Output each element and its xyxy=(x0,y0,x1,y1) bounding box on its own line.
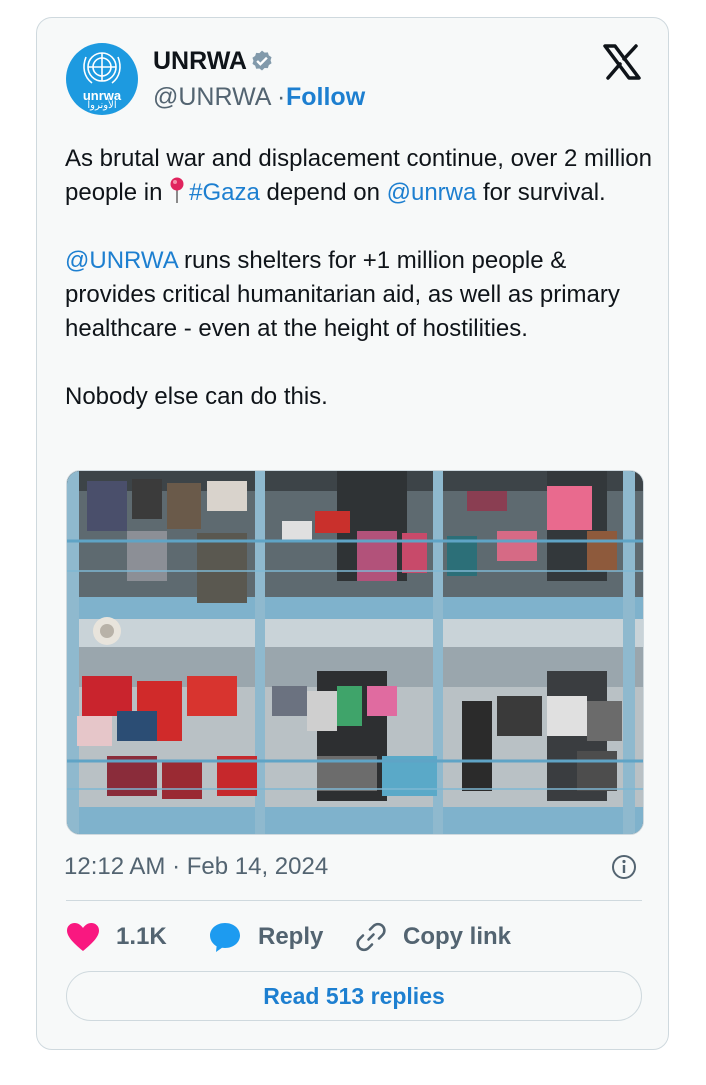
handle-text: @UNRWA xyxy=(153,83,271,111)
reply-button[interactable]: Reply xyxy=(208,920,323,954)
read-replies-button[interactable]: Read 513 replies xyxy=(66,971,642,1021)
like-button[interactable]: 1.1K xyxy=(66,920,167,954)
info-icon[interactable] xyxy=(611,854,637,880)
reply-bubble-icon xyxy=(210,923,240,952)
likes-count: 1.1K xyxy=(116,923,167,950)
tweet-paragraph-3: Nobody else can do this. xyxy=(65,383,328,410)
mention-link[interactable]: @unrwa xyxy=(387,179,477,206)
avatar[interactable]: unrwa الأونروا xyxy=(66,43,138,115)
copy-link-label: Copy link xyxy=(403,923,512,950)
author-handle[interactable]: @UNRWA · xyxy=(153,82,285,112)
link-icon xyxy=(356,922,386,952)
hashtag-link[interactable]: #Gaza xyxy=(189,179,260,206)
reply-label: Reply xyxy=(258,923,324,950)
tweet-text-segment: for survival. xyxy=(476,179,606,206)
shelter-photo-image xyxy=(67,471,643,834)
author-name[interactable]: UNRWA xyxy=(153,46,247,76)
x-logo-icon[interactable] xyxy=(602,44,642,80)
tweet-card: unrwa الأونروا UNRWA @UNRWA · Follow As … xyxy=(36,17,669,1050)
verified-badge-icon xyxy=(252,50,272,71)
tweet-paragraph-1: As brutal war and displacement continue,… xyxy=(65,142,655,210)
follow-button[interactable]: Follow xyxy=(286,82,365,112)
round-pushpin-icon xyxy=(170,177,184,203)
copy-link-button[interactable]: Copy link xyxy=(355,920,511,954)
mention-link[interactable]: @UNRWA xyxy=(65,247,177,274)
tweet-text-segment: depend on xyxy=(259,179,387,206)
tweet-timestamp[interactable]: 12:12 AM · Feb 14, 2024 xyxy=(64,852,328,882)
tweet-photo[interactable] xyxy=(66,470,644,835)
divider xyxy=(66,900,642,901)
tweet-text: As brutal war and displacement continue,… xyxy=(65,142,655,414)
tweet-paragraph-2: @UNRWA runs shelters for +1 million peop… xyxy=(65,244,655,346)
handle-separator: · xyxy=(270,83,286,111)
avatar-label-ar: الأونروا xyxy=(87,100,117,111)
heart-icon xyxy=(67,923,99,951)
